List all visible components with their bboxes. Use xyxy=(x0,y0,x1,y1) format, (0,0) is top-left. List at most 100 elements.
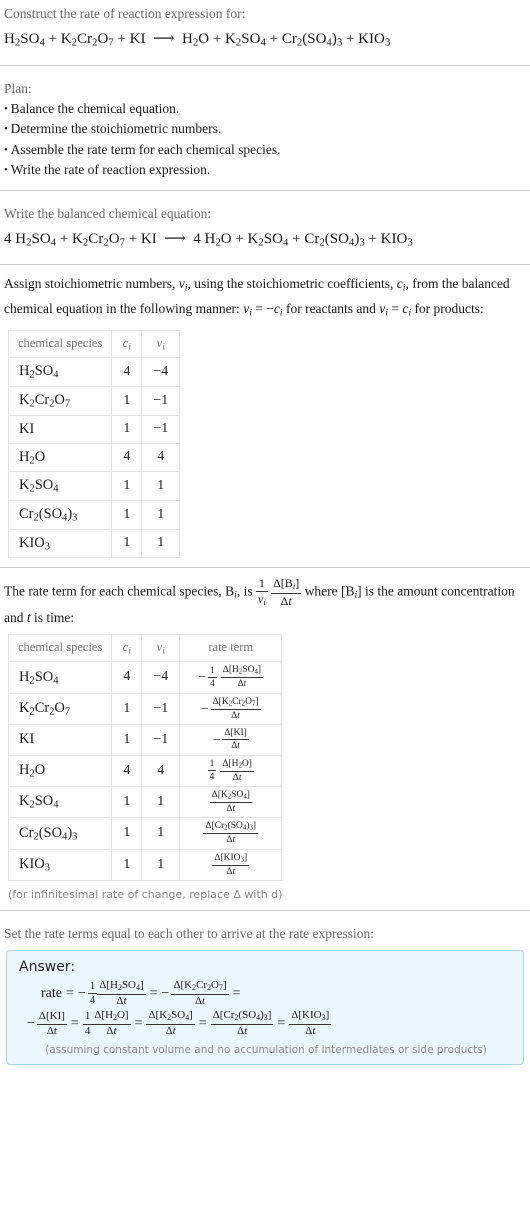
table-header-row: chemical species ci vi rate term xyxy=(7,634,283,663)
cell-ci: 1 xyxy=(111,528,143,559)
cell-species: KIO3 xyxy=(7,848,113,881)
cell-vi: 1 xyxy=(141,817,181,850)
stoichiometric-section: Assign stoichiometric numbers, vi, using… xyxy=(0,274,530,559)
cell-species: KIO3 xyxy=(7,528,113,559)
cell-vi: 1 xyxy=(141,499,181,530)
rate-expression-line-1: rate = −1 4 Δ[H2SO4] Δt = − Δ[K2Cr2O7] Δt = xyxy=(41,979,241,1007)
cell-rate-term: 1 4 Δ[H2O] Δt xyxy=(179,754,283,787)
cell-vi: −1 xyxy=(141,414,181,444)
plan-step-list: Balance the chemical equation. Determine… xyxy=(4,99,526,181)
table-row: K2SO4 1 1 xyxy=(7,471,181,501)
header-ci: ci xyxy=(111,330,143,359)
table-row: KIO3 1 1 xyxy=(7,528,181,559)
balanced-equation: 4 H2SO4 + K2Cr2O7 + KI ⟶ 4 H2O + K2SO4 +… xyxy=(4,230,413,249)
cell-ci: 1 xyxy=(111,848,143,881)
header-ci: ci xyxy=(111,634,143,663)
rate-term-table: chemical species ci vi rate term H2SO4 4… xyxy=(7,634,283,881)
cell-ci: 1 xyxy=(111,817,143,850)
cell-ci: 4 xyxy=(111,661,143,694)
cell-rate-term: Δ[Cr2(SO4)3] Δt xyxy=(179,817,283,850)
cell-rate-term: − Δ[K2Cr2O7] Δt xyxy=(179,692,283,726)
table-row: KI 1 −1 − Δ[KI] Δt xyxy=(7,724,283,756)
answer-box: Answer: rate = −1 4 Δ[H2SO4] Δt = − Δ[K2Cr2O7] Δt… xyxy=(6,949,524,1066)
plan-step: Determine the stoichiometric numbers. xyxy=(4,119,526,140)
final-answer-section: Set the rate terms equal to each other t… xyxy=(0,920,530,1066)
cell-ci: 1 xyxy=(111,414,143,444)
table-row: H2O 4 4 xyxy=(7,442,181,473)
stoichiometric-paragraph: Assign stoichiometric numbers, vi, using… xyxy=(4,276,510,319)
balanced-equation-section: Write the balanced chemical equation: 4 … xyxy=(0,200,530,256)
cell-vi: 1 xyxy=(141,471,181,501)
cell-vi: −4 xyxy=(141,661,181,694)
cell-vi: −1 xyxy=(141,692,181,726)
header-vi: vi xyxy=(141,330,181,359)
cell-ci: 1 xyxy=(111,692,143,726)
rate-term-footnote: (for infinitesimal rate of change, repla… xyxy=(8,887,283,901)
prompt-text: Construct the rate of reaction expressio… xyxy=(4,6,246,21)
cell-species: H2O xyxy=(7,754,113,787)
cell-species: K2Cr2O7 xyxy=(7,386,113,416)
cell-species: K2Cr2O7 xyxy=(7,692,113,726)
prompt-section: Construct the rate of reaction expressio… xyxy=(0,0,530,56)
cell-species: H2O xyxy=(7,442,113,473)
header-chemical-species: chemical species xyxy=(7,634,113,663)
stoichiometric-table: chemical species ci vi H2SO4 4 −4 K2Cr2O… xyxy=(7,330,181,559)
cell-ci: 1 xyxy=(111,386,143,416)
cell-ci: 4 xyxy=(111,357,143,388)
cell-vi: 1 xyxy=(141,528,181,559)
plan-section: Plan: Balance the chemical equation. Det… xyxy=(0,75,530,181)
cell-species: Cr2(SO4)3 xyxy=(7,499,113,530)
cell-rate-term: Δ[K2SO4] Δt xyxy=(179,785,283,819)
header-rate-term: rate term xyxy=(179,634,283,663)
cell-ci: 1 xyxy=(111,471,143,501)
cell-ci: 1 xyxy=(111,499,143,530)
answer-assumption-note: (assuming constant volume and no accumul… xyxy=(45,1044,487,1057)
table-row: K2Cr2O7 1 −1 xyxy=(7,386,181,416)
table-row: H2O 4 4 1 4 Δ[H2O] Δt xyxy=(7,754,283,787)
cell-vi: 4 xyxy=(141,442,181,473)
plan-step: Assemble the rate term for each chemical… xyxy=(4,140,526,161)
answer-heading: Answer: xyxy=(19,958,76,975)
cell-species: H2SO4 xyxy=(7,357,113,388)
table-row: K2Cr2O7 1 −1 − Δ[K2Cr2O7] Δt xyxy=(7,692,283,726)
plan-step: Balance the chemical equation. xyxy=(4,99,526,120)
section-divider-1 xyxy=(0,64,530,66)
cell-rate-term: − Δ[KI] Δt xyxy=(179,724,283,756)
header-vi: vi xyxy=(141,634,181,663)
cell-species: K2SO4 xyxy=(7,785,113,819)
cell-species: KI xyxy=(7,724,113,756)
rate-term-section: The rate term for each chemical species,… xyxy=(0,576,530,901)
cell-vi: −1 xyxy=(141,724,181,756)
cell-ci: 1 xyxy=(111,724,143,756)
input-equation: H2SO4 + K2Cr2O7 + KI ⟶ H2O + K2SO4 + Cr2… xyxy=(4,31,391,49)
cell-rate-term: −1 4 Δ[H2SO4] Δt xyxy=(179,661,283,694)
cell-ci: 4 xyxy=(111,442,143,473)
section-divider-2 xyxy=(0,189,530,191)
cell-vi: −1 xyxy=(141,386,181,416)
table-row: K2SO4 1 1 Δ[K2SO4] Δt xyxy=(7,785,283,819)
cell-species: H2SO4 xyxy=(7,661,113,694)
solution-page: Construct the rate of reaction expressio… xyxy=(0,0,530,1066)
balanced-equation-label: Write the balanced chemical equation: xyxy=(4,205,212,221)
cell-vi: 1 xyxy=(141,848,181,881)
final-answer-label: Set the rate terms equal to each other t… xyxy=(4,925,374,941)
cell-vi: 4 xyxy=(141,754,181,787)
table-row: KI 1 −1 xyxy=(7,414,181,444)
header-chemical-species: chemical species xyxy=(7,330,113,359)
plan-step: Write the rate of reaction expression. xyxy=(4,160,526,181)
plan-label: Plan: xyxy=(4,80,32,96)
cell-species: Cr2(SO4)3 xyxy=(7,817,113,850)
cell-rate-term: Δ[KIO3] Δt xyxy=(179,848,283,881)
cell-vi: 1 xyxy=(141,785,181,819)
cell-ci: 1 xyxy=(111,785,143,819)
rate-expression-line-2: − Δ[KI] Δt = 1 4 Δ[H2O] Δt = Δ[K2SO4] Δt = Δ[Cr2(SO4… xyxy=(27,1009,332,1037)
table-row: H2SO4 4 −4 xyxy=(7,357,181,388)
table-header-row: chemical species ci vi xyxy=(7,330,181,359)
section-divider-4 xyxy=(0,567,530,569)
cell-vi: −4 xyxy=(141,357,181,388)
section-divider-3 xyxy=(0,264,530,266)
cell-species: KI xyxy=(7,414,113,444)
cell-species: K2SO4 xyxy=(7,471,113,501)
rate-term-paragraph: The rate term for each chemical species,… xyxy=(4,576,515,625)
table-row: H2SO4 4 −4 −1 4 Δ[H2SO4] Δt xyxy=(7,661,283,694)
